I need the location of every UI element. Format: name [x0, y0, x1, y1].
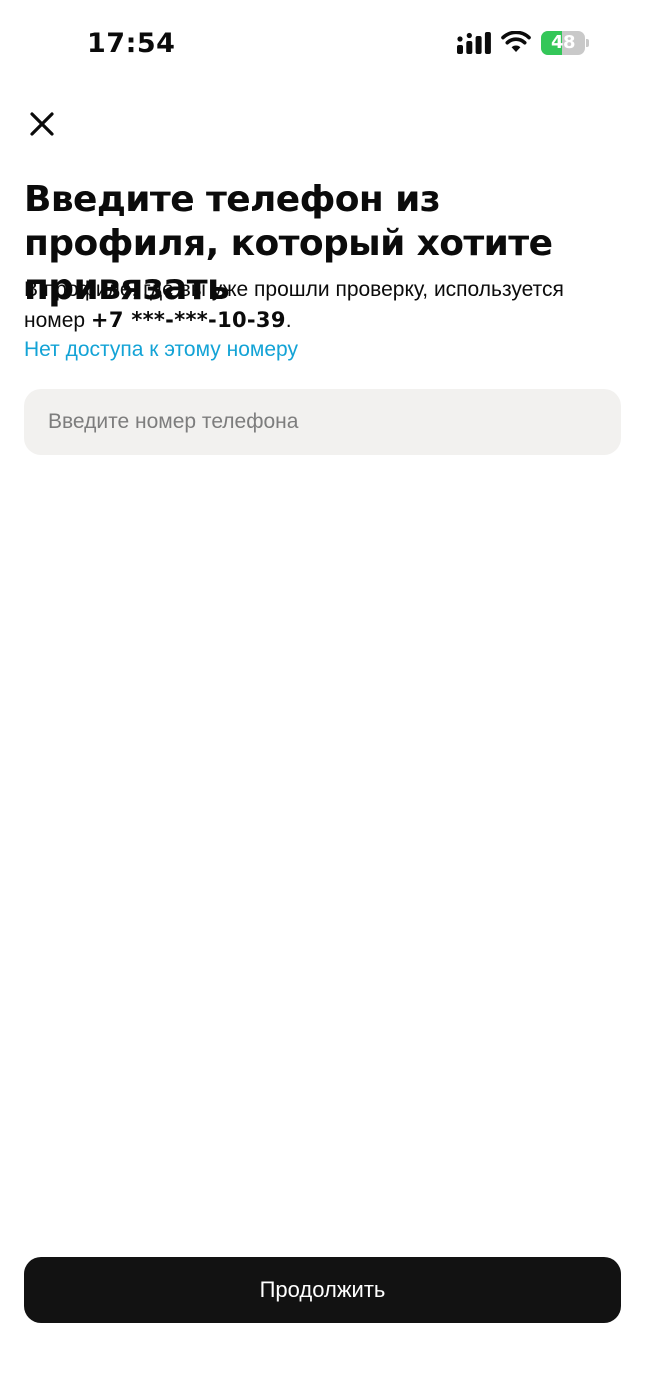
- wifi-icon: [501, 31, 531, 52]
- close-button[interactable]: [22, 104, 62, 144]
- battery-charging-icon: 48: [541, 31, 589, 55]
- battery-percentage: 48: [550, 32, 576, 53]
- cellular-signal-icon: [457, 32, 491, 54]
- status-bar: 17:54 48: [0, 0, 645, 88]
- battery-nub: [586, 39, 589, 47]
- profile-description: В профиле, где вы уже прошли проверку, и…: [24, 275, 629, 336]
- status-time: 17:54: [87, 28, 176, 59]
- battery-body: 48: [541, 31, 585, 55]
- masked-phone-number: +7 ***-***-10-39: [90, 308, 286, 332]
- continue-button[interactable]: Продолжить: [24, 1257, 621, 1323]
- close-icon: [30, 112, 54, 136]
- phone-number-input[interactable]: [24, 389, 621, 455]
- no-access-to-number-link[interactable]: Нет доступа к этому номеру: [24, 335, 298, 365]
- description-suffix: .: [285, 309, 292, 332]
